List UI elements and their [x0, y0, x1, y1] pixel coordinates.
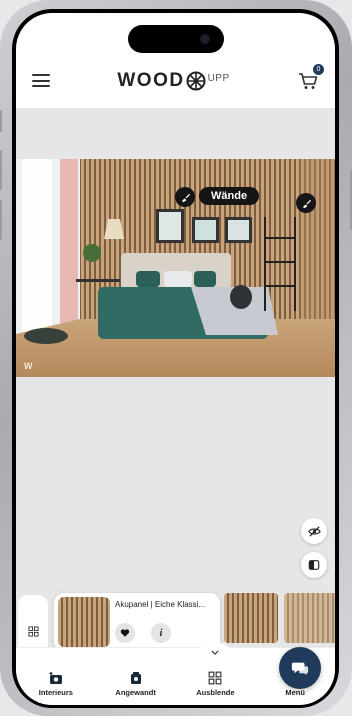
hamburger-menu-icon[interactable]: [32, 74, 50, 87]
cart-count-badge: 0: [313, 63, 324, 75]
phone-volume-up: [0, 150, 2, 190]
brand-logo[interactable]: WOOD UPP: [117, 70, 229, 92]
nav-label-menu: Menü: [285, 688, 305, 697]
product-swatch-2[interactable]: [284, 593, 335, 643]
grid-icon: [208, 671, 222, 685]
app-display: WOOD UPP 0 W Wände Akupanel | Eiche Klas…: [16, 13, 335, 705]
phone-volume-down: [0, 200, 2, 240]
eye-off-icon: [307, 525, 321, 537]
product-name: Akupanel | Eiche Klassi...: [115, 600, 206, 609]
nav-label-interieurs: Interieurs: [38, 688, 73, 697]
wall-edit-pin-right[interactable]: [296, 193, 316, 213]
brush-icon: [181, 193, 190, 202]
applied-icon: [130, 672, 141, 684]
wheel-logo-icon: [186, 71, 206, 90]
nav-item-interieurs[interactable]: Interieurs: [16, 648, 96, 705]
nav-label-angewandt: Angewandt: [115, 688, 156, 697]
app-header: WOOD UPP 0: [16, 53, 335, 108]
product-strip: Akupanel | Eiche Klassi... i: [16, 593, 335, 667]
selected-product-card[interactable]: Akupanel | Eiche Klassi... i: [54, 593, 220, 651]
nav-item-ausblende[interactable]: Ausblende: [176, 642, 256, 705]
brand-suffix: UPP: [207, 73, 230, 84]
heart-icon: [120, 629, 130, 637]
cart-button[interactable]: 0: [297, 63, 324, 92]
wall-edit-pin-left[interactable]: [175, 187, 195, 207]
add-photo-icon: [49, 672, 62, 684]
walls-surface-label[interactable]: Wände: [199, 187, 260, 205]
grid-icon: [27, 625, 39, 637]
favorite-button[interactable]: [115, 623, 135, 643]
dynamic-island: [127, 25, 224, 53]
product-swatch-1[interactable]: [224, 593, 278, 643]
product-info-button[interactable]: i: [151, 623, 171, 643]
chat-icon: [291, 662, 309, 676]
nav-item-angewandt[interactable]: Angewandt: [96, 648, 176, 705]
phone-screen: WOOD UPP 0 W Wände Akupanel | Eiche Klas…: [12, 9, 339, 708]
phone-side-button: [0, 110, 2, 132]
brand-main: WOOD: [117, 69, 185, 91]
nav-label-ausblende: Ausblende: [196, 688, 235, 697]
chevron-down-icon: [211, 650, 219, 655]
camera-dot: [199, 34, 210, 44]
chat-button[interactable]: [279, 647, 321, 689]
product-thumbnail: [58, 597, 110, 647]
split-compare-icon: [308, 560, 320, 570]
phone-frame: WOOD UPP 0 W Wände Akupanel | Eiche Klas…: [0, 0, 352, 716]
room-watermark: W: [24, 361, 33, 371]
brush-icon: [302, 199, 311, 208]
info-icon: i: [159, 627, 163, 639]
toggle-hotspots-button[interactable]: [301, 518, 327, 544]
compare-view-button[interactable]: [301, 552, 327, 578]
